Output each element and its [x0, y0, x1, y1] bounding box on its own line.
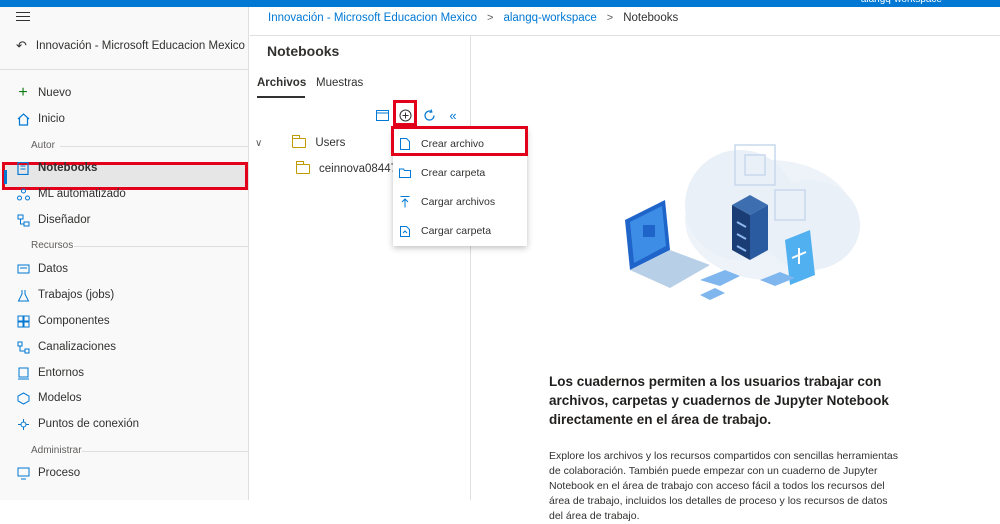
home-icon	[16, 112, 30, 126]
model-icon	[16, 391, 30, 405]
nav-item-label: Datos	[38, 263, 69, 275]
back-arrow-icon: ↶	[16, 38, 27, 53]
nav-item-canalizaciones[interactable]: Canalizaciones	[16, 337, 116, 357]
menu-item-cargar-archivos[interactable]: Cargar archivos	[393, 189, 527, 215]
section-line	[60, 146, 248, 147]
file-explorer-panel: Notebooks Archivos Muestras « ∨ Users ce…	[250, 36, 471, 500]
nav-item-label: Proceso	[38, 467, 81, 479]
nav-item-disenador[interactable]: Diseñador	[16, 210, 90, 230]
menu-item-crear-carpeta[interactable]: Crear carpeta	[393, 160, 527, 186]
hamburger-menu-icon[interactable]	[16, 12, 30, 26]
nav-item-puntos-de-conexion[interactable]: Puntos de conexión	[16, 414, 139, 434]
left-nav: ↶ Innovación - Microsoft Educacion Mexic…	[0, 7, 249, 500]
section-line	[82, 451, 248, 452]
nav-item-label: Notebooks	[38, 162, 98, 174]
add-circle-icon[interactable]	[397, 107, 413, 123]
menu-item-label: Cargar archivos	[421, 196, 496, 208]
environment-icon	[16, 366, 30, 380]
active-tab-underline	[257, 96, 305, 98]
breadcrumb: Innovación - Microsoft Educacion Mexico …	[268, 12, 678, 24]
endpoint-icon	[16, 417, 30, 431]
nav-item-label: Inicio	[38, 113, 65, 125]
nav-item-componentes[interactable]: Componentes	[16, 311, 110, 331]
nav-item-label: Entornos	[38, 367, 85, 379]
tree-item-label: Users	[315, 137, 346, 149]
plus-icon: +	[18, 84, 28, 101]
tree-item-label: ceinnova08447	[319, 163, 398, 175]
upload-folder-icon	[399, 225, 411, 238]
breadcrumb-item-workspace[interactable]: alangq-workspace	[503, 12, 596, 24]
terminal-icon[interactable]	[374, 107, 390, 123]
tree-row-users[interactable]: ∨ Users	[255, 135, 346, 149]
nav-item-label: Nuevo	[38, 87, 72, 99]
nav-item-inicio[interactable]: Inicio	[16, 109, 65, 129]
nav-item-nuevo[interactable]: + Nuevo	[16, 83, 71, 103]
nav-item-ml-automatizado[interactable]: ML automatizado	[16, 184, 126, 204]
nav-item-datos[interactable]: Datos	[16, 259, 68, 279]
crear-archivo-highlight	[391, 126, 528, 156]
tab-muestras[interactable]: Muestras	[316, 77, 363, 89]
back-to-resource-link[interactable]: ↶ Innovación - Microsoft Educacion Mexic…	[16, 38, 245, 54]
nav-item-trabajos[interactable]: Trabajos (jobs)	[16, 285, 114, 305]
upload-icon	[399, 196, 411, 209]
panel-title: Notebooks	[267, 43, 340, 59]
collapse-panel-icon[interactable]: «	[445, 107, 461, 123]
chevron-down-icon: ∨	[255, 137, 263, 149]
nav-item-entornos[interactable]: Entornos	[16, 363, 84, 383]
chevron-right-icon: >	[487, 12, 494, 24]
notebooks-intro-body: Explore los archivos y los recursos comp…	[549, 450, 898, 522]
nav-item-label: Modelos	[38, 392, 82, 404]
nav-item-modelos[interactable]: Modelos	[16, 388, 81, 408]
notebooks-intro-heading: Los cuadernos permiten a los usuarios tr…	[549, 374, 889, 427]
tab-archivos[interactable]: Archivos	[257, 77, 306, 89]
new-folder-icon	[399, 167, 411, 180]
folder-icon	[296, 161, 310, 174]
chevron-right-icon: >	[606, 12, 614, 24]
nav-item-label: Puntos de conexión	[38, 418, 140, 430]
section-author-label: Autor	[31, 140, 55, 151]
compute-icon	[16, 466, 30, 480]
flask-icon	[16, 288, 30, 302]
notebooks-illustration	[600, 130, 870, 320]
folder-icon	[292, 135, 307, 148]
components-icon	[16, 314, 30, 328]
nav-item-label: ML automatizado	[38, 188, 126, 200]
nav-item-label: Diseñador	[38, 214, 91, 226]
menu-item-label: Crear carpeta	[421, 167, 486, 179]
designer-icon	[16, 213, 30, 227]
section-manage-label: Administrar	[31, 445, 82, 456]
section-resources-label: Recursos	[31, 240, 74, 251]
menu-item-label: Cargar carpeta	[421, 225, 492, 237]
notebook-icon	[16, 161, 30, 175]
nav-item-label: Canalizaciones	[38, 341, 116, 353]
nav-item-proceso[interactable]: Proceso	[16, 463, 80, 483]
automl-icon	[16, 187, 30, 201]
breadcrumb-item-current: Notebooks	[623, 12, 679, 24]
tree-row-ceinnova08447[interactable]: ceinnova08447	[296, 161, 398, 175]
nav-divider	[0, 69, 249, 70]
nav-item-notebooks[interactable]: Notebooks	[16, 158, 97, 178]
top-bar: alangq-workspace	[0, 0, 1000, 7]
nav-item-label: Componentes	[38, 315, 110, 327]
back-label: Innovación - Microsoft Educacion Mexico	[35, 40, 245, 52]
refresh-icon[interactable]	[421, 107, 437, 123]
section-line	[74, 246, 248, 247]
data-icon	[16, 262, 30, 276]
menu-item-cargar-carpeta[interactable]: Cargar carpeta	[393, 218, 527, 244]
breadcrumb-item-resource[interactable]: Innovación - Microsoft Educacion Mexico	[268, 12, 477, 24]
pipeline-icon	[16, 340, 30, 354]
workspace-label: alangq-workspace	[861, 0, 942, 5]
nav-item-label: Trabajos (jobs)	[38, 289, 115, 301]
